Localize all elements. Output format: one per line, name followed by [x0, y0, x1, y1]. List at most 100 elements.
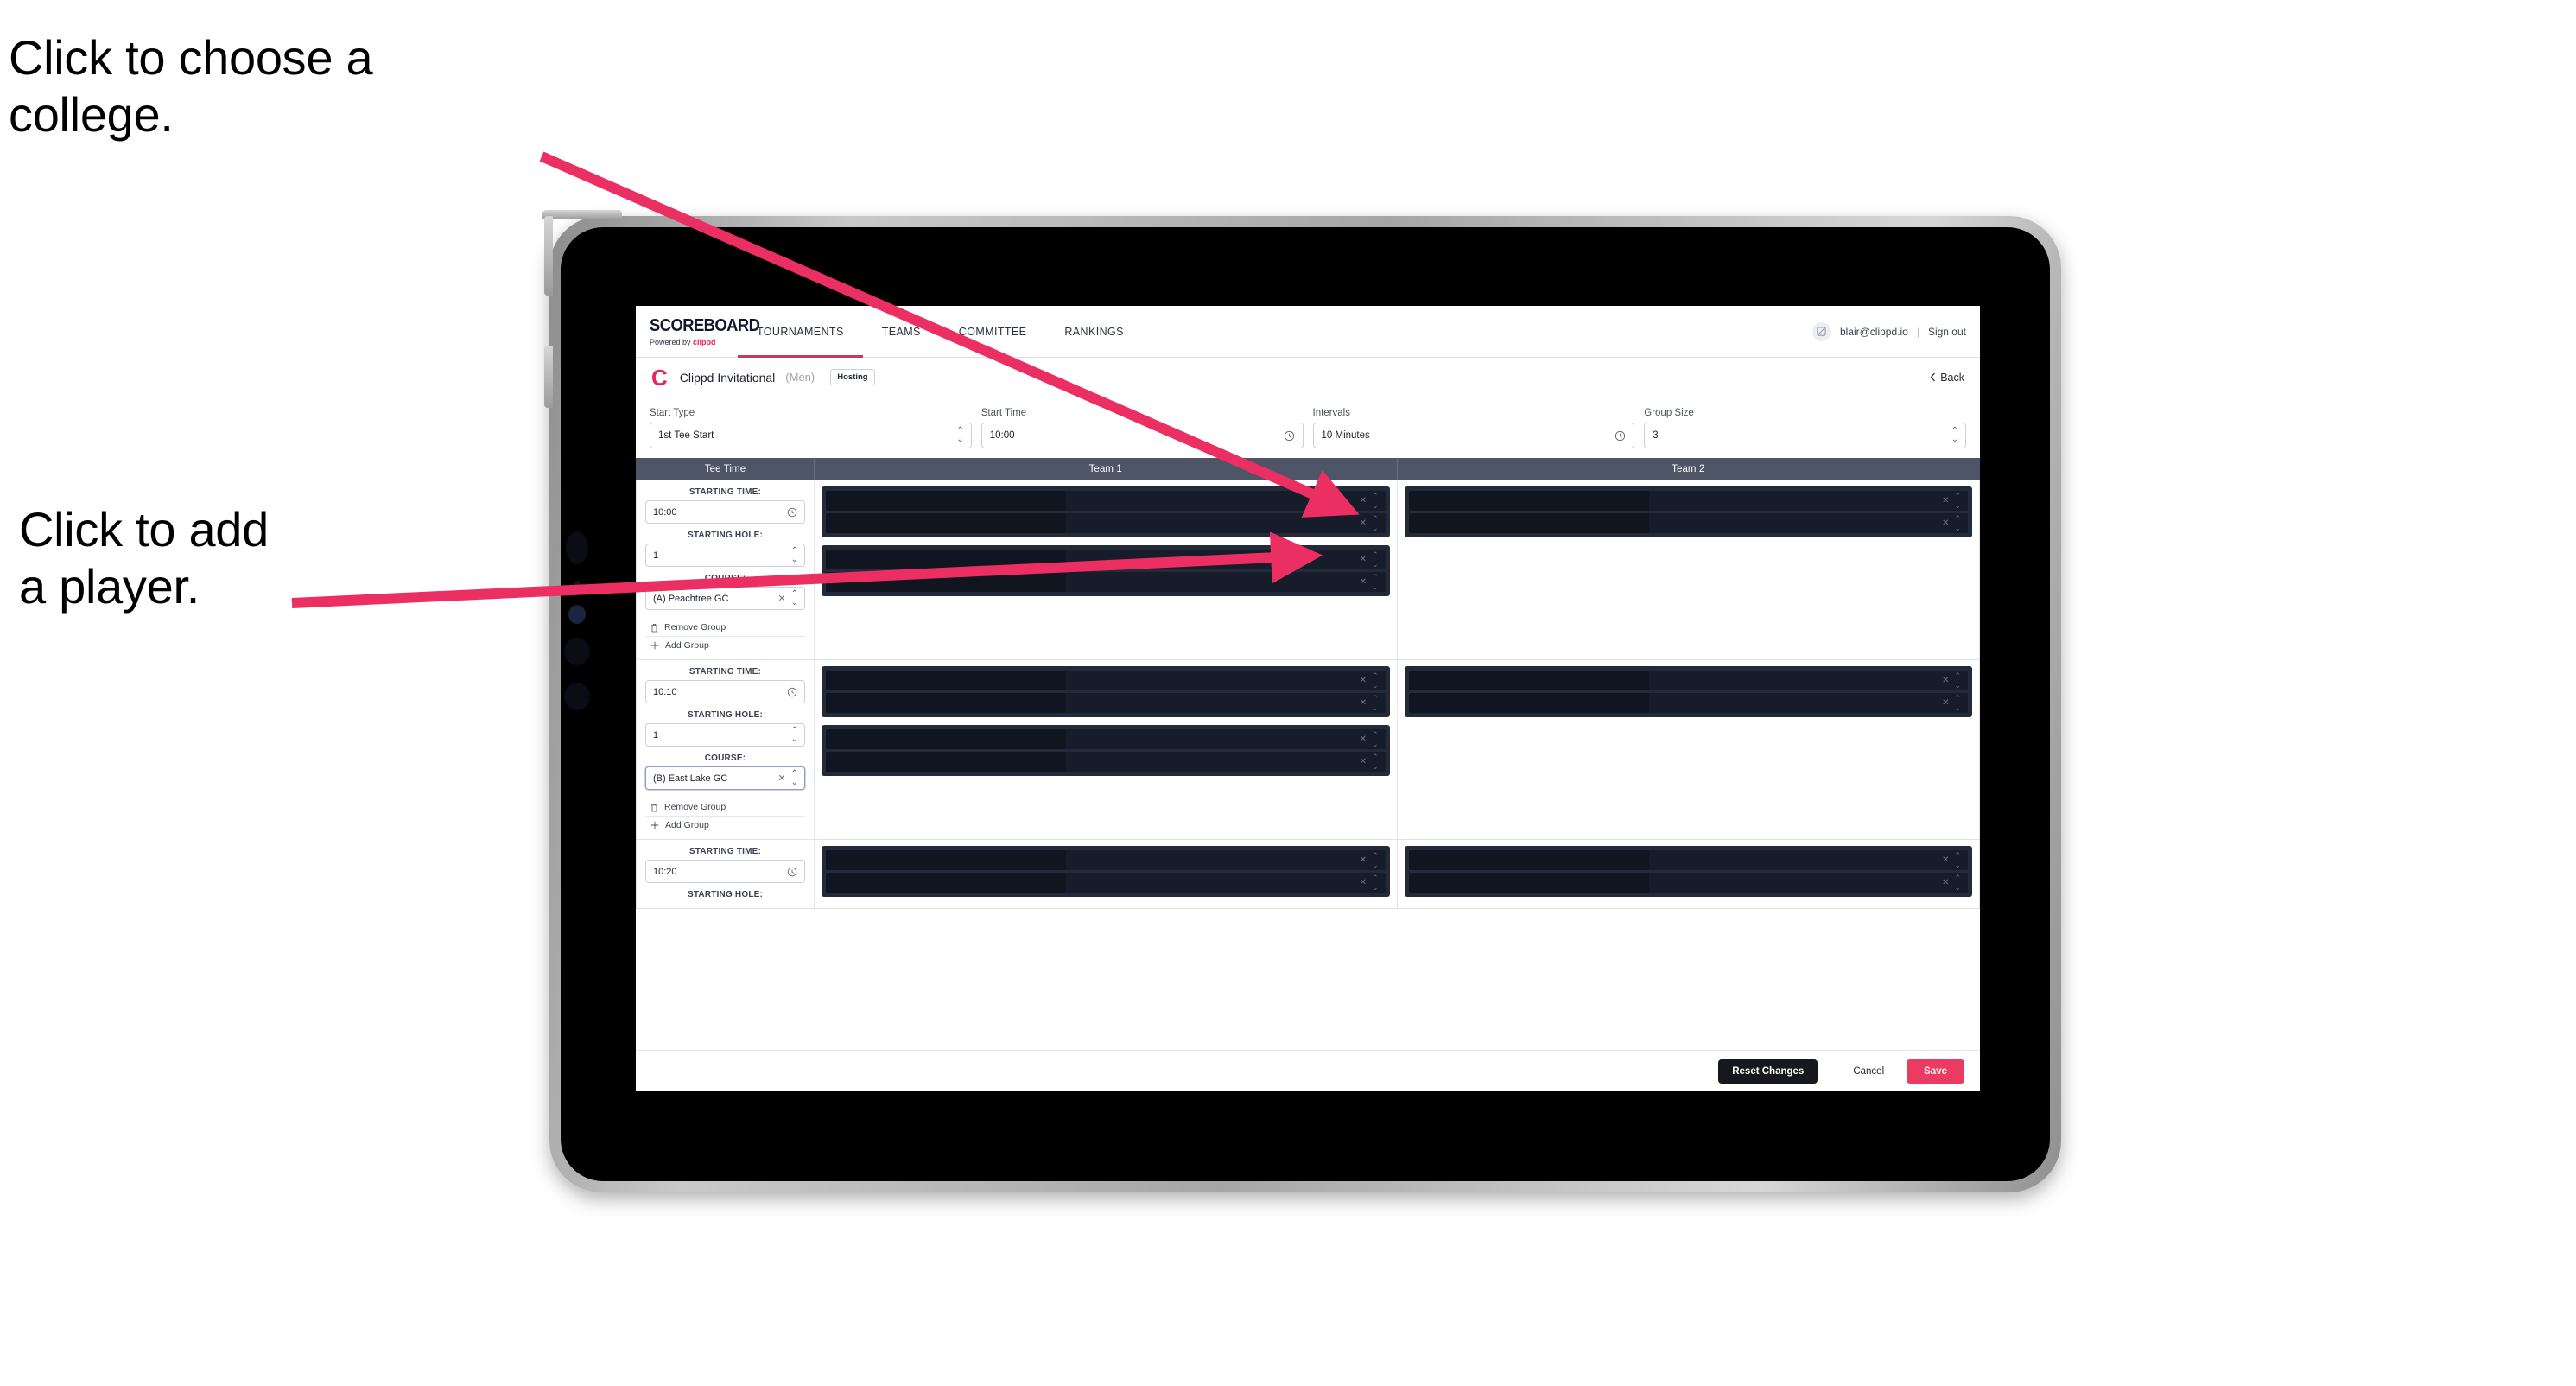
clear-x-icon[interactable]: ✕ — [1360, 676, 1367, 685]
stepper-icon[interactable]: ⌃ ⌄ — [1954, 671, 1960, 690]
group-size-value: 3 — [1653, 430, 1659, 441]
clear-x-icon[interactable]: ✕ — [1360, 496, 1367, 505]
course-select[interactable]: (B) East Lake GC ✕ ⌃ ⌄ — [645, 766, 805, 790]
starting-hole-select[interactable]: 1 ⌃ ⌄ — [645, 544, 805, 567]
clear-x-icon[interactable]: ✕ — [777, 593, 785, 604]
course-select[interactable]: (A) Peachtree GC ✕ ⌃ ⌄ — [645, 587, 805, 610]
stepper-icon[interactable]: ⌃ ⌄ — [791, 546, 798, 564]
nav-tab-rankings[interactable]: RANKINGS — [1045, 306, 1143, 357]
stepper-icon[interactable]: ⌃ ⌄ — [1372, 874, 1378, 893]
stepper-icon[interactable]: ⌃ ⌄ — [1954, 874, 1960, 893]
stepper-icon[interactable]: ⌃ ⌄ — [1954, 514, 1960, 533]
player-slot[interactable]: ✕ ⌃ ⌄ — [826, 671, 1386, 690]
player-slot[interactable]: ✕ ⌃ ⌄ — [826, 752, 1386, 772]
player-slot[interactable]: ✕ ⌃ ⌄ — [826, 572, 1386, 592]
player-slot[interactable]: ✕ ⌃ ⌄ — [1408, 693, 1968, 713]
player-slot-actions: ✕ ⌃ ⌄ — [1942, 694, 1961, 713]
nav-tabs: TOURNAMENTS TEAMS COMMITTEE RANKINGS — [738, 306, 1143, 358]
stepper-icon[interactable]: ⌃ ⌄ — [791, 769, 798, 787]
remove-group-label: Remove Group — [664, 802, 726, 812]
add-group-button[interactable]: Add Group — [645, 817, 805, 834]
stepper-icon[interactable]: ⌃ ⌄ — [1372, 851, 1378, 870]
player-slot[interactable]: ✕ ⌃ ⌄ — [826, 729, 1386, 749]
player-slot[interactable]: ✕ ⌃ ⌄ — [826, 550, 1386, 569]
clear-x-icon[interactable]: ✕ — [1942, 676, 1949, 685]
stepper-icon[interactable]: ⌃ ⌄ — [1954, 851, 1960, 870]
remove-group-button[interactable]: Remove Group — [645, 619, 805, 637]
clear-x-icon[interactable]: ✕ — [1942, 855, 1949, 865]
stepper-icon[interactable]: ⌃ ⌄ — [1372, 573, 1378, 592]
add-group-button[interactable]: Add Group — [645, 637, 805, 654]
stepper-icon[interactable]: ⌃ ⌄ — [1954, 694, 1960, 713]
clear-x-icon[interactable]: ✕ — [1360, 878, 1367, 887]
clock-icon[interactable] — [1615, 430, 1626, 442]
stepper-icon[interactable]: ⌃ ⌄ — [1951, 427, 1958, 444]
intervals-input[interactable]: 10 Minutes — [1312, 423, 1635, 448]
clear-x-icon[interactable]: ✕ — [1360, 757, 1367, 766]
starting-time-input[interactable]: 10:20 — [645, 860, 805, 883]
clock-icon[interactable] — [787, 507, 797, 518]
player-slot[interactable]: ✕ ⌃ ⌄ — [1408, 850, 1968, 870]
remove-group-button[interactable]: Remove Group — [645, 798, 805, 817]
stepper-icon[interactable]: ⌃ ⌄ — [1372, 753, 1378, 772]
stepper-icon[interactable]: ⌃ ⌄ — [791, 589, 798, 607]
player-slot-group: ✕ ⌃ ⌄ ✕ ⌃ ⌄ — [822, 666, 1390, 717]
clock-icon[interactable] — [787, 867, 797, 877]
stepper-icon[interactable]: ⌃ ⌄ — [1372, 694, 1378, 713]
start-type-select[interactable]: 1st Tee Start ⌃ ⌄ — [650, 423, 972, 448]
player-name-redacted — [1408, 873, 1649, 893]
start-time-input[interactable]: 10:00 — [980, 423, 1304, 448]
stepper-icon[interactable]: ⌃ ⌄ — [791, 726, 798, 744]
brand-logo[interactable]: SCOREBOARD Powered by clippd — [636, 306, 760, 357]
cancel-button[interactable]: Cancel — [1843, 1059, 1894, 1084]
starting-time-input[interactable]: 10:10 — [645, 680, 805, 703]
stepper-icon[interactable]: ⌃ ⌄ — [1954, 492, 1960, 511]
stepper-icon[interactable]: ⌃ ⌄ — [1372, 730, 1378, 749]
stepper-icon[interactable]: ⌃ ⌄ — [956, 427, 963, 444]
back-button[interactable]: Back — [1930, 372, 1964, 384]
clear-x-icon[interactable]: ✕ — [1360, 734, 1367, 744]
save-button[interactable]: Save — [1907, 1059, 1964, 1084]
sign-out-link[interactable]: Sign out — [1928, 326, 1966, 338]
player-slot[interactable]: ✕ ⌃ ⌄ — [826, 693, 1386, 713]
clear-x-icon[interactable]: ✕ — [777, 772, 785, 784]
grid-header-tee-time: Tee Time — [637, 458, 815, 480]
stepper-icon[interactable]: ⌃ ⌄ — [1372, 550, 1378, 569]
player-name-redacted — [1408, 491, 1649, 511]
starting-time-label: STARTING TIME: — [688, 487, 762, 497]
nav-tab-teams[interactable]: TEAMS — [863, 306, 940, 357]
user-avatar-icon[interactable] — [1811, 321, 1831, 341]
starting-time-input[interactable]: 10:00 — [645, 500, 805, 524]
clear-x-icon[interactable]: ✕ — [1360, 555, 1367, 564]
stepper-icon[interactable]: ⌃ ⌄ — [1372, 671, 1378, 690]
clock-icon[interactable] — [1284, 430, 1295, 442]
starting-hole-select[interactable]: 1 ⌃ ⌄ — [645, 723, 805, 747]
player-slot[interactable]: ✕ ⌃ ⌄ — [1408, 671, 1968, 690]
player-slot[interactable]: ✕ ⌃ ⌄ — [826, 850, 1386, 870]
clear-x-icon[interactable]: ✕ — [1360, 698, 1367, 708]
player-name-redacted — [1408, 671, 1649, 690]
player-slot[interactable]: ✕ ⌃ ⌄ — [826, 491, 1386, 511]
nav-tab-tournaments[interactable]: TOURNAMENTS — [738, 306, 863, 358]
clear-x-icon[interactable]: ✕ — [1942, 698, 1949, 708]
player-slot-actions: ✕ ⌃ ⌄ — [1942, 851, 1961, 870]
stepper-icon[interactable]: ⌃ ⌄ — [1372, 514, 1378, 533]
stepper-icon[interactable]: ⌃ ⌄ — [1372, 492, 1378, 511]
clear-x-icon[interactable]: ✕ — [1942, 496, 1949, 505]
player-slot[interactable]: ✕ ⌃ ⌄ — [1408, 491, 1968, 511]
player-slot[interactable]: ✕ ⌃ ⌄ — [1408, 873, 1968, 893]
player-slot[interactable]: ✕ ⌃ ⌄ — [1408, 513, 1968, 533]
player-slot[interactable]: ✕ ⌃ ⌄ — [826, 513, 1386, 533]
clock-icon[interactable] — [787, 687, 797, 697]
clear-x-icon[interactable]: ✕ — [1360, 577, 1367, 587]
player-slot[interactable]: ✕ ⌃ ⌄ — [826, 873, 1386, 893]
clear-x-icon[interactable]: ✕ — [1360, 855, 1367, 865]
player-slot-group: ✕ ⌃ ⌄ ✕ ⌃ ⌄ — [822, 545, 1390, 596]
clear-x-icon[interactable]: ✕ — [1942, 518, 1949, 528]
clear-x-icon[interactable]: ✕ — [1360, 518, 1367, 528]
nav-tab-committee[interactable]: COMMITTEE — [940, 306, 1046, 357]
team-1-cell: ✕ ⌃ ⌄ ✕ ⌃ ⌄ ✕ ⌃ ⌄ ✕ ⌃ ⌄ — [815, 660, 1398, 839]
group-size-select[interactable]: 3 ⌃ ⌄ — [1644, 423, 1966, 448]
reset-changes-button[interactable]: Reset Changes — [1718, 1059, 1818, 1084]
clear-x-icon[interactable]: ✕ — [1942, 878, 1949, 887]
